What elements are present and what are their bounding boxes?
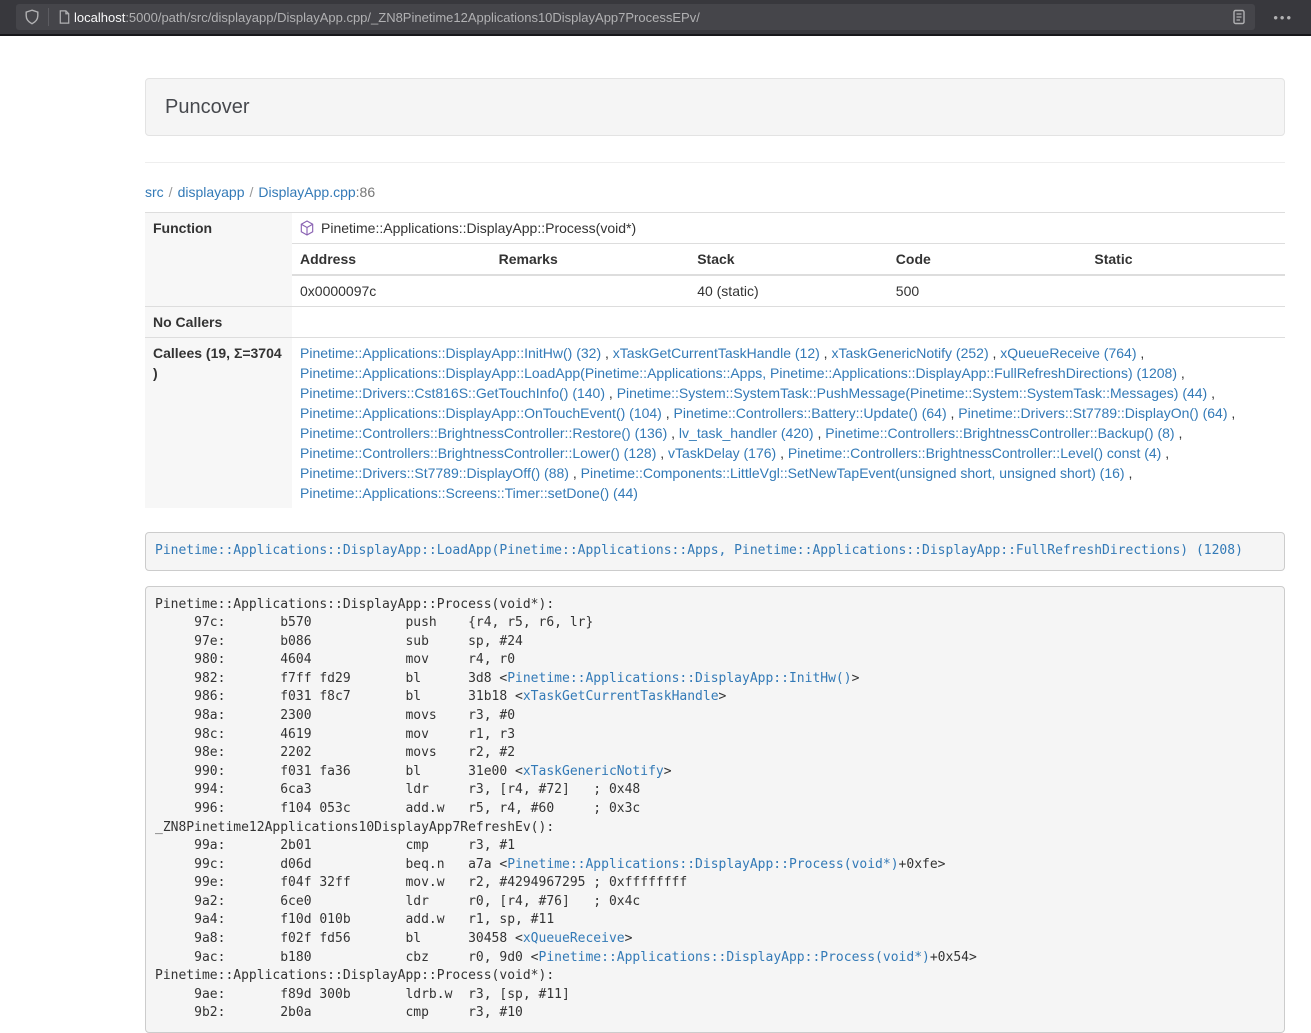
callee-link[interactable]: Pinetime::Controllers::BrightnessControl… <box>825 425 1174 441</box>
app-title: Puncover <box>165 94 1265 120</box>
disasm-symbol-link[interactable]: Pinetime::Applications::DisplayApp::Init… <box>507 671 851 686</box>
col-header-static: Static <box>1086 244 1285 276</box>
callee-link[interactable]: vTaskDelay (176) <box>668 445 776 461</box>
breadcrumb: src/displayapp/DisplayApp.cpp:86 <box>145 182 1285 202</box>
disasm-symbol-link[interactable]: xTaskGenericNotify <box>523 764 664 779</box>
callee-link[interactable]: Pinetime::Applications::DisplayApp::Init… <box>300 345 601 361</box>
breadcrumb-separator: / <box>245 184 259 200</box>
callee-separator: , <box>1177 365 1185 381</box>
callee-link[interactable]: Pinetime::Components::LittleVgl::SetNewT… <box>581 465 1125 481</box>
function-name-cell: Pinetime::Applications::DisplayApp::Proc… <box>292 213 1285 244</box>
disasm-symbol-link[interactable]: xQueueReceive <box>523 931 625 946</box>
callee-separator: , <box>656 445 668 461</box>
browser-toolbar: localhost:5000/path/src/displayapp/Displ… <box>0 0 1311 36</box>
function-table: Function Pinetime::Applications::Display… <box>145 212 1285 508</box>
callee-separator: , <box>814 425 826 441</box>
no-callers-cell <box>292 307 1285 338</box>
callee-separator: , <box>1228 405 1236 421</box>
reader-mode-icon[interactable] <box>1231 9 1247 25</box>
callee-separator: , <box>1207 385 1215 401</box>
url-path: :5000/path/src/displayapp/DisplayApp.cpp… <box>125 10 700 25</box>
callee-link[interactable]: Pinetime::Drivers::St7789::DisplayOn() (… <box>958 405 1227 421</box>
code-value: 500 <box>888 275 1087 307</box>
callee-link[interactable]: Pinetime::Controllers::Battery::Update()… <box>674 405 947 421</box>
highlighted-symbol-link[interactable]: Pinetime::Applications::DisplayApp::Load… <box>155 543 1243 558</box>
col-header-remarks: Remarks <box>491 244 690 276</box>
callee-separator: , <box>605 385 617 401</box>
col-header-stack: Stack <box>689 244 888 276</box>
callees-label: Callees (19, Σ=3704 ) <box>145 338 292 509</box>
address-value: 0x0000097c <box>292 275 491 307</box>
breadcrumb-link-src[interactable]: src <box>145 184 164 200</box>
more-menu-icon[interactable]: ••• <box>1265 6 1301 29</box>
callee-separator: , <box>569 465 581 481</box>
url-host: localhost <box>74 10 125 25</box>
callee-link[interactable]: xTaskGenericNotify (252) <box>831 345 988 361</box>
callee-link[interactable]: xTaskGetCurrentTaskHandle (12) <box>613 345 820 361</box>
callee-separator: , <box>667 425 679 441</box>
callee-link[interactable]: lv_task_handler (420) <box>679 425 814 441</box>
callee-separator: , <box>601 345 613 361</box>
disassembly-code: Pinetime::Applications::DisplayApp::Proc… <box>145 586 1285 1033</box>
section-divider <box>145 162 1285 163</box>
function-name: Pinetime::Applications::DisplayApp::Proc… <box>321 220 636 236</box>
breadcrumb-line-number: :86 <box>356 184 375 200</box>
breadcrumb-separator: / <box>164 184 178 200</box>
callee-link[interactable]: Pinetime::System::SystemTask::PushMessag… <box>617 385 1208 401</box>
callee-separator: , <box>947 405 959 421</box>
callee-separator: , <box>1161 445 1169 461</box>
callee-link[interactable]: Pinetime::Controllers::BrightnessControl… <box>300 425 667 441</box>
no-callers-label: No Callers <box>145 307 292 338</box>
stack-value: 40 (static) <box>689 275 888 307</box>
callee-separator: , <box>1125 465 1133 481</box>
callees-cell: Pinetime::Applications::DisplayApp::Init… <box>292 338 1285 509</box>
callee-separator: , <box>820 345 832 361</box>
callee-separator: , <box>1136 345 1144 361</box>
breadcrumb-link-displayapp[interactable]: displayapp <box>178 184 245 200</box>
highlighted-symbol-pre: Pinetime::Applications::DisplayApp::Load… <box>145 532 1285 571</box>
col-header-code: Code <box>888 244 1087 276</box>
url-text[interactable]: localhost:5000/path/src/displayapp/Displ… <box>74 10 1231 25</box>
callee-separator: , <box>776 445 788 461</box>
callee-link[interactable]: Pinetime::Drivers::St7789::DisplayOff() … <box>300 465 569 481</box>
disasm-symbol-link[interactable]: Pinetime::Applications::DisplayApp::Proc… <box>539 950 930 965</box>
package-icon <box>300 220 314 236</box>
callee-link[interactable]: xQueueReceive (764) <box>1000 345 1136 361</box>
app-header-panel: Puncover <box>145 78 1285 136</box>
callee-separator: , <box>989 345 1001 361</box>
callee-link[interactable]: Pinetime::Applications::Screens::Timer::… <box>300 485 638 501</box>
page-container: Puncover src/displayapp/DisplayApp.cpp:8… <box>145 78 1285 1033</box>
static-value <box>1086 275 1285 307</box>
url-bar[interactable]: localhost:5000/path/src/displayapp/Displ… <box>16 4 1255 30</box>
toolbar-separator <box>48 8 49 26</box>
callee-link[interactable]: Pinetime::Controllers::BrightnessControl… <box>788 445 1161 461</box>
page-icon[interactable] <box>57 9 72 25</box>
callee-separator: , <box>662 405 674 421</box>
callee-link[interactable]: Pinetime::Applications::DisplayApp::OnTo… <box>300 405 662 421</box>
shield-icon[interactable] <box>24 9 40 25</box>
disasm-symbol-link[interactable]: xTaskGetCurrentTaskHandle <box>523 689 719 704</box>
callee-link[interactable]: Pinetime::Controllers::BrightnessControl… <box>300 445 656 461</box>
breadcrumb-link-file[interactable]: DisplayApp.cpp <box>258 184 355 200</box>
callee-link[interactable]: Pinetime::Drivers::Cst816S::GetTouchInfo… <box>300 385 605 401</box>
disasm-symbol-link[interactable]: Pinetime::Applications::DisplayApp::Proc… <box>507 857 898 872</box>
col-header-address: Address <box>292 244 491 276</box>
callee-separator: , <box>1175 425 1183 441</box>
callee-link[interactable]: Pinetime::Applications::DisplayApp::Load… <box>300 365 1177 381</box>
remarks-value <box>491 275 690 307</box>
function-label: Function <box>145 213 292 307</box>
